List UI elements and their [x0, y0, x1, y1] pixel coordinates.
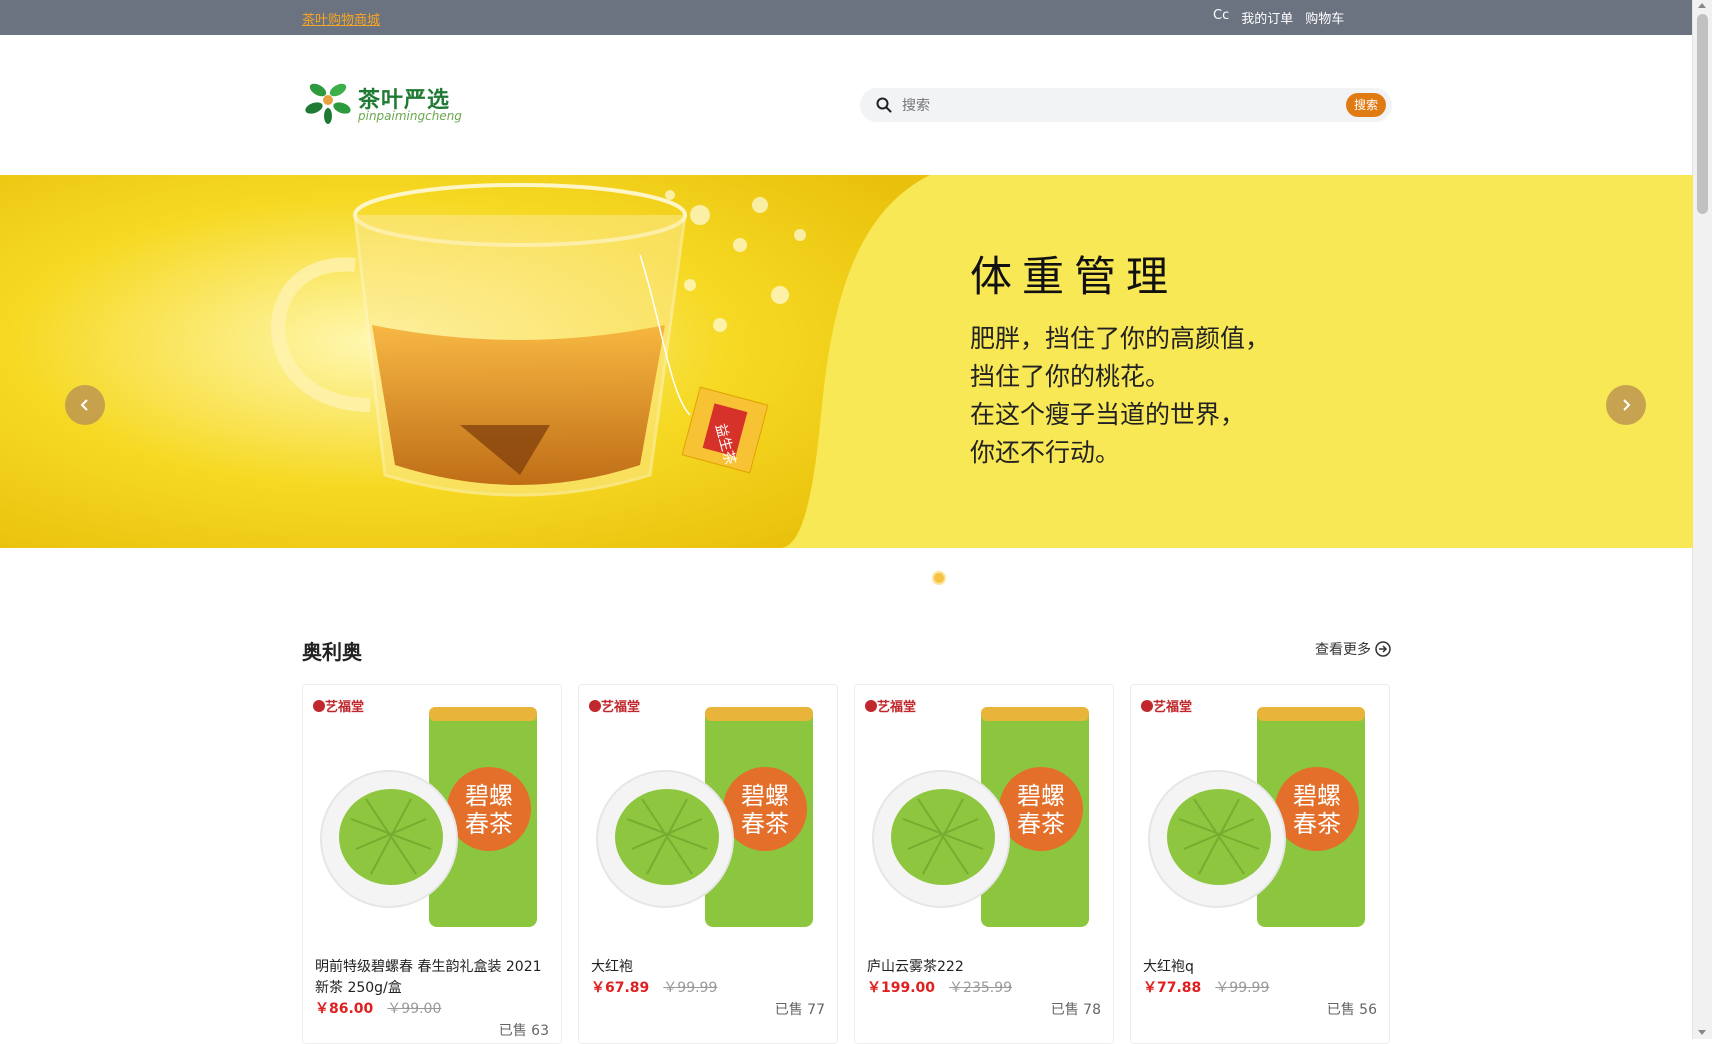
carousel-indicator-dot[interactable] [932, 571, 946, 585]
banner-line: 在这个瘦子当道的世界， [970, 400, 1246, 429]
search-input[interactable] [900, 94, 1304, 118]
product-card[interactable]: 艺福堂 碧螺 春茶 大红袍q ￥77.88 ￥99.99 已售 56 [1130, 684, 1390, 1044]
search-icon [876, 97, 892, 113]
product-image: 艺福堂 碧螺 春茶 [1141, 699, 1365, 927]
scroll-down-icon[interactable] [1698, 1030, 1706, 1035]
carousel-prev-button[interactable] [65, 385, 105, 425]
brand-logo-text: 艺福堂 [877, 699, 916, 715]
view-more-label: 查看更多 [1315, 642, 1371, 658]
top-bar: 茶叶购物商城 Cc 我的订单 购物车 [0, 0, 1693, 35]
can-text: 碧螺 [741, 782, 789, 810]
can-text: 碧螺 [465, 782, 513, 810]
product-image: 艺福堂 碧螺 春茶 [313, 699, 537, 927]
product-price: ￥199.00 [867, 980, 936, 996]
cart-link[interactable]: 购物车 [1305, 8, 1344, 27]
banner-line: 肥胖，挡住了你的高颜值， [970, 324, 1271, 353]
can-text: 春茶 [465, 810, 513, 838]
product-sold-count: 已售 78 [1050, 1002, 1101, 1018]
product-name[interactable]: 明前特级碧螺春 春生韵礼盒装 2021新茶 250g/盒 ￥86.00 ￥99.0… [315, 957, 551, 1020]
arrow-right-circle-icon [1375, 641, 1391, 657]
product-image: 艺福堂 碧螺 春茶 [589, 699, 813, 927]
product-price: ￥77.88 [1143, 980, 1202, 996]
scroll-up-icon[interactable] [1698, 3, 1706, 8]
carousel-next-button[interactable] [1606, 385, 1646, 425]
brand-logo-text: 艺福堂 [601, 699, 640, 715]
can-text: 春茶 [1293, 810, 1341, 838]
view-more-link[interactable]: 查看更多 [1315, 639, 1391, 659]
product-sold-count: 已售 63 [498, 1023, 549, 1039]
search-button[interactable]: 搜索 [1346, 93, 1386, 117]
can-text: 碧螺 [1293, 782, 1341, 810]
can-text: 春茶 [1017, 810, 1065, 838]
banner-line: 挡住了你的桃花。 [970, 362, 1171, 391]
section-title: 奥利奥 [302, 640, 362, 664]
product-sold-count: 已售 56 [1326, 1002, 1377, 1018]
site-home-link[interactable]: 茶叶购物商城 [302, 9, 380, 28]
chevron-left-icon [80, 399, 88, 411]
product-card[interactable]: 艺福堂 碧螺 春茶 大红袍 ￥67.89 ￥99.99 已售 77 [578, 684, 838, 1044]
leaf-logo-icon [305, 83, 351, 124]
brand-logo-text: 艺福堂 [325, 699, 364, 715]
my-orders-link[interactable]: 我的订单 [1241, 8, 1293, 27]
logo-sub-text: pinpaimingcheng [358, 109, 462, 123]
hero-banner: 益生茶 体重管理 肥胖，挡住了你的高颜值， 挡住了你的桃花。 在这个瘦子当道的世… [0, 175, 1693, 548]
top-nav: Cc 我的订单 购物车 [1213, 8, 1344, 27]
product-card[interactable]: 艺福堂 碧螺 春茶 明前特级碧螺春 春生韵礼盒装 2021新茶 250g/盒 ￥… [302, 684, 562, 1044]
product-name[interactable]: 大红袍q ￥77.88 ￥99.99 [1143, 957, 1379, 999]
brand-logo-text: 艺福堂 [1153, 699, 1192, 715]
product-card[interactable]: 艺福堂 碧螺 春茶 庐山云雾茶222 ￥199.00 ￥235.99 已售 78 [854, 684, 1114, 1044]
banner-slogan: 肥胖，挡住了你的高颜值， 挡住了你的桃花。 在这个瘦子当道的世界， 你还不行动。 [970, 320, 1270, 472]
chevron-right-icon [1623, 399, 1631, 411]
can-text: 春茶 [741, 810, 789, 838]
product-sold-count: 已售 77 [774, 1002, 825, 1018]
banner-title: 体重管理 [970, 252, 1179, 301]
can-text: 碧螺 [1017, 782, 1065, 810]
site-logo[interactable]: 茶叶严选 pinpaimingcheng [302, 78, 477, 128]
product-name[interactable]: 大红袍 ￥67.89 ￥99.99 [591, 957, 827, 999]
product-old-price: ￥235.99 [949, 980, 1013, 996]
product-old-price: ￥99.99 [663, 980, 718, 996]
scrollbar-thumb[interactable] [1697, 14, 1708, 214]
product-name[interactable]: 庐山云雾茶222 ￥199.00 ￥235.99 [867, 957, 1103, 999]
product-price: ￥86.00 [315, 1001, 374, 1017]
user-name-link[interactable]: Cc [1213, 8, 1229, 27]
product-price: ￥67.89 [591, 980, 650, 996]
banner-line: 你还不行动。 [970, 438, 1121, 467]
page-scrollbar[interactable] [1692, 0, 1712, 1039]
product-image: 艺福堂 碧螺 春茶 [865, 699, 1089, 927]
search-bar: 搜索 [860, 88, 1392, 122]
product-old-price: ￥99.00 [387, 1001, 442, 1017]
banner-tea-image: 益生茶 [0, 175, 930, 548]
product-old-price: ￥99.99 [1215, 980, 1270, 996]
